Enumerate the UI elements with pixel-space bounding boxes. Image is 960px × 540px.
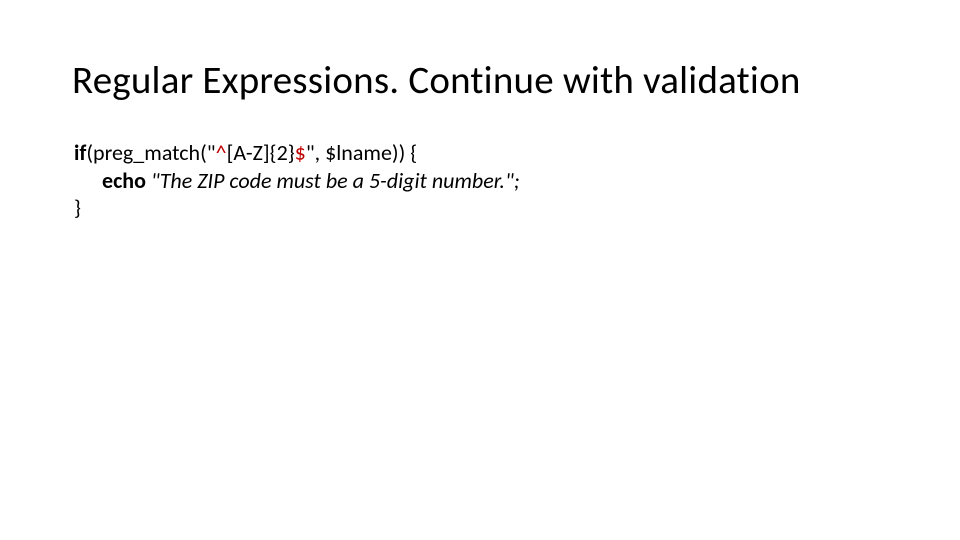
regex-anchor-start: ^ [216,139,227,166]
code-text: (preg_match(" [86,139,215,166]
keyword-if: if [74,139,86,166]
regex-anchor-end: $ [295,139,306,166]
code-line-3: } [74,194,888,222]
code-text: ", $lname)) { [306,139,417,166]
code-line-2: echo "The ZIP code must be a 5-digit num… [74,167,888,195]
regex-body: [A-Z]{2} [227,139,295,166]
slide: Regular Expressions. Continue with valid… [0,0,960,540]
slide-title: Regular Expressions. Continue with valid… [72,58,888,105]
keyword-echo: echo [102,167,146,194]
code-line-1: if(preg_match("^[A-Z]{2}$", $lname)) { [74,139,888,167]
echo-string: "The ZIP code must be a 5-digit number."… [146,167,520,194]
code-block: if(preg_match("^[A-Z]{2}$", $lname)) { e… [74,139,888,222]
indent: echo "The ZIP code must be a 5-digit num… [74,167,520,195]
